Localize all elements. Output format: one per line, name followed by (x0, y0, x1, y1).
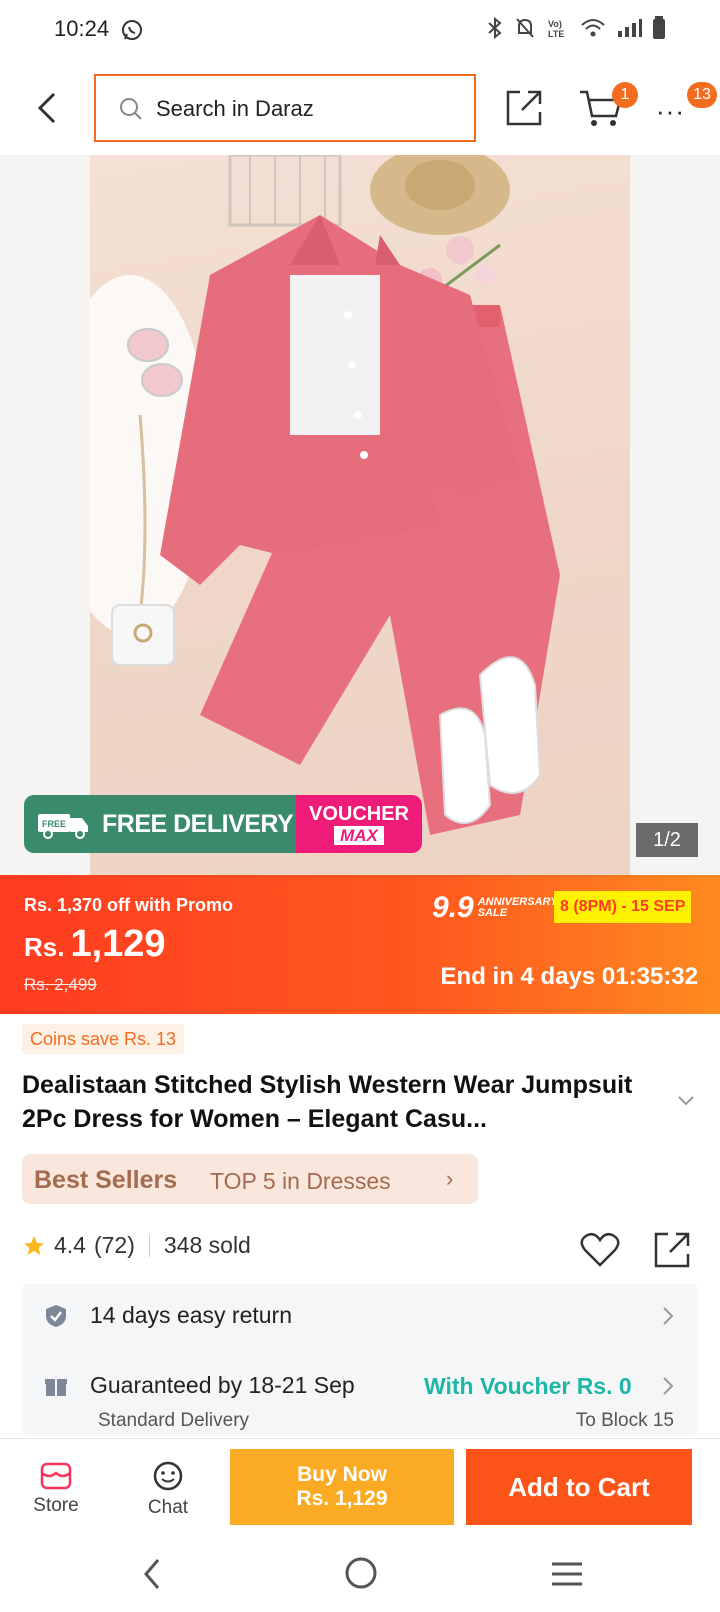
promo-text: Rs. 1,370 off with Promo (24, 895, 234, 915)
sale-dates: 8 (8PM) - 15 SEP (554, 891, 692, 923)
coins-badge: Coins save Rs. 13 (22, 1024, 185, 1054)
search-icon (120, 98, 142, 120)
bluetooth-icon (488, 16, 502, 40)
services-panel: 14 days easy return Guaranteed by 18-21 … (22, 1284, 698, 1436)
buy-now-label: Buy Now (297, 1463, 387, 1486)
anniversary-sale-logo: 9.9 ANNIVERSARY SALE (432, 891, 558, 925)
search-input[interactable]: Search in Daraz (94, 74, 476, 142)
buy-now-price: Rs. 1,129 (296, 1487, 388, 1510)
chevron-right-icon (663, 1307, 674, 1325)
gift-box-icon (45, 1378, 67, 1396)
sale-tag-line2: SALE (477, 907, 508, 919)
sale-countdown: End in 4 days 01:35:32 (440, 963, 698, 990)
system-nav-bar (0, 1536, 720, 1612)
bottom-action-bar: Store Chat Buy Now Rs. 1,129 Add to Cart (0, 1438, 720, 1536)
voucher-max-label: MAX (334, 825, 384, 845)
nav-recents-icon[interactable] (550, 1560, 584, 1588)
battery-icon (653, 16, 665, 39)
back-arrow-icon[interactable] (34, 90, 62, 126)
delivery-truck-icon: FREE (38, 814, 88, 839)
add-to-cart-button[interactable]: Add to Cart (466, 1449, 692, 1525)
price-banner: Rs. 1,370 off with Promo Rs. 1,129 Rs. 2,… (0, 875, 720, 1014)
share-icon[interactable] (652, 1230, 692, 1270)
share-icon[interactable] (504, 88, 544, 128)
system-icons: Vo) LTE (486, 16, 666, 40)
free-delivery-label: FREE DELIVERY (102, 809, 294, 838)
whatsapp-icon (122, 20, 142, 40)
free-tag-text: FREE (42, 819, 66, 829)
mute-icon (516, 18, 534, 38)
current-price: Rs. 1,129 (24, 923, 166, 966)
chat-icon (153, 1461, 183, 1491)
sale-number: 9.9 (432, 891, 474, 924)
chat-label: Chat (147, 1497, 189, 1518)
sale-tag: ANNIVERSARY SALE (478, 897, 558, 919)
price-amount: 1,129 (70, 923, 166, 965)
product-photo (50, 155, 630, 875)
delivery-type: Standard Delivery (98, 1410, 250, 1431)
chevron-down-icon[interactable] (676, 1094, 696, 1108)
search-placeholder: Search in Daraz (156, 96, 314, 121)
star-icon (24, 1235, 44, 1255)
original-price: Rs. 2,499 (24, 975, 97, 994)
delivery-location: To Block 15 (575, 1410, 674, 1431)
delivery-guarantee-row[interactable]: Guaranteed by 18-21 Sep (44, 1372, 355, 1399)
product-title[interactable]: Dealistaan Stitched Stylish Western Wear… (22, 1068, 672, 1136)
signal-icon (618, 19, 642, 37)
voucher-text[interactable]: With Voucher Rs. 0 (424, 1373, 632, 1400)
nav-home-icon[interactable] (344, 1556, 378, 1590)
buy-now-button[interactable]: Buy Now Rs. 1,129 (230, 1449, 454, 1525)
outfit-illustration (50, 155, 560, 835)
status-time: 10:24 (54, 16, 110, 41)
rating-row[interactable]: 4.4 (72) 348 sold (22, 1232, 251, 1259)
wifi-icon (581, 19, 605, 37)
voucher-label: VOUCHER (308, 802, 409, 825)
store-icon (40, 1462, 72, 1490)
price-currency: Rs. (24, 932, 65, 962)
easy-return-row[interactable]: 14 days easy return (44, 1302, 292, 1329)
status-bar: 10:24 Vo) LTE (0, 0, 720, 60)
rating-value: 4.4 (54, 1232, 86, 1258)
chat-button[interactable]: Chat (132, 1461, 204, 1519)
cart-count-badge: 1 (612, 82, 638, 108)
nav-back-icon[interactable] (140, 1556, 164, 1592)
image-counter: 1/2 (636, 823, 698, 857)
wishlist-heart-icon[interactable] (580, 1232, 620, 1268)
store-button[interactable]: Store (20, 1461, 92, 1517)
volte-icon: Vo)LTE (548, 19, 564, 39)
best-sellers-label: Best Sellers (34, 1166, 178, 1194)
top-bar: Search in Daraz 1 ··· 13 (0, 64, 720, 154)
more-menu-icon[interactable]: ··· (656, 96, 685, 127)
chevron-right-icon (663, 1377, 674, 1395)
svg-text:Vo): Vo) (548, 19, 562, 29)
product-image-gallery[interactable]: FREE FREE DELIVERY VOUCHER MAX 1/2 (0, 155, 720, 875)
store-label: Store (33, 1495, 79, 1516)
divider (148, 1234, 150, 1257)
best-sellers-link[interactable]: Best Sellers TOP 5 in Dresses › (22, 1154, 478, 1204)
free-delivery-tag: FREE FREE DELIVERY (24, 795, 296, 853)
guarantee-text: Guaranteed by 18-21 Sep (90, 1372, 355, 1398)
chevron-right-icon: › (446, 1166, 454, 1191)
review-count: (72) (93, 1232, 135, 1258)
easy-return-text: 14 days easy return (90, 1302, 293, 1328)
voucher-max-tag: VOUCHER MAX (296, 795, 422, 853)
notification-count-badge: 13 (687, 82, 717, 108)
free-delivery-voucher-banner: FREE FREE DELIVERY VOUCHER MAX (24, 795, 422, 853)
svg-text:LTE: LTE (548, 29, 564, 39)
best-sellers-rank: TOP 5 in Dresses (210, 1168, 391, 1194)
sold-count: 348 sold (163, 1232, 251, 1258)
shield-check-icon (46, 1304, 66, 1327)
